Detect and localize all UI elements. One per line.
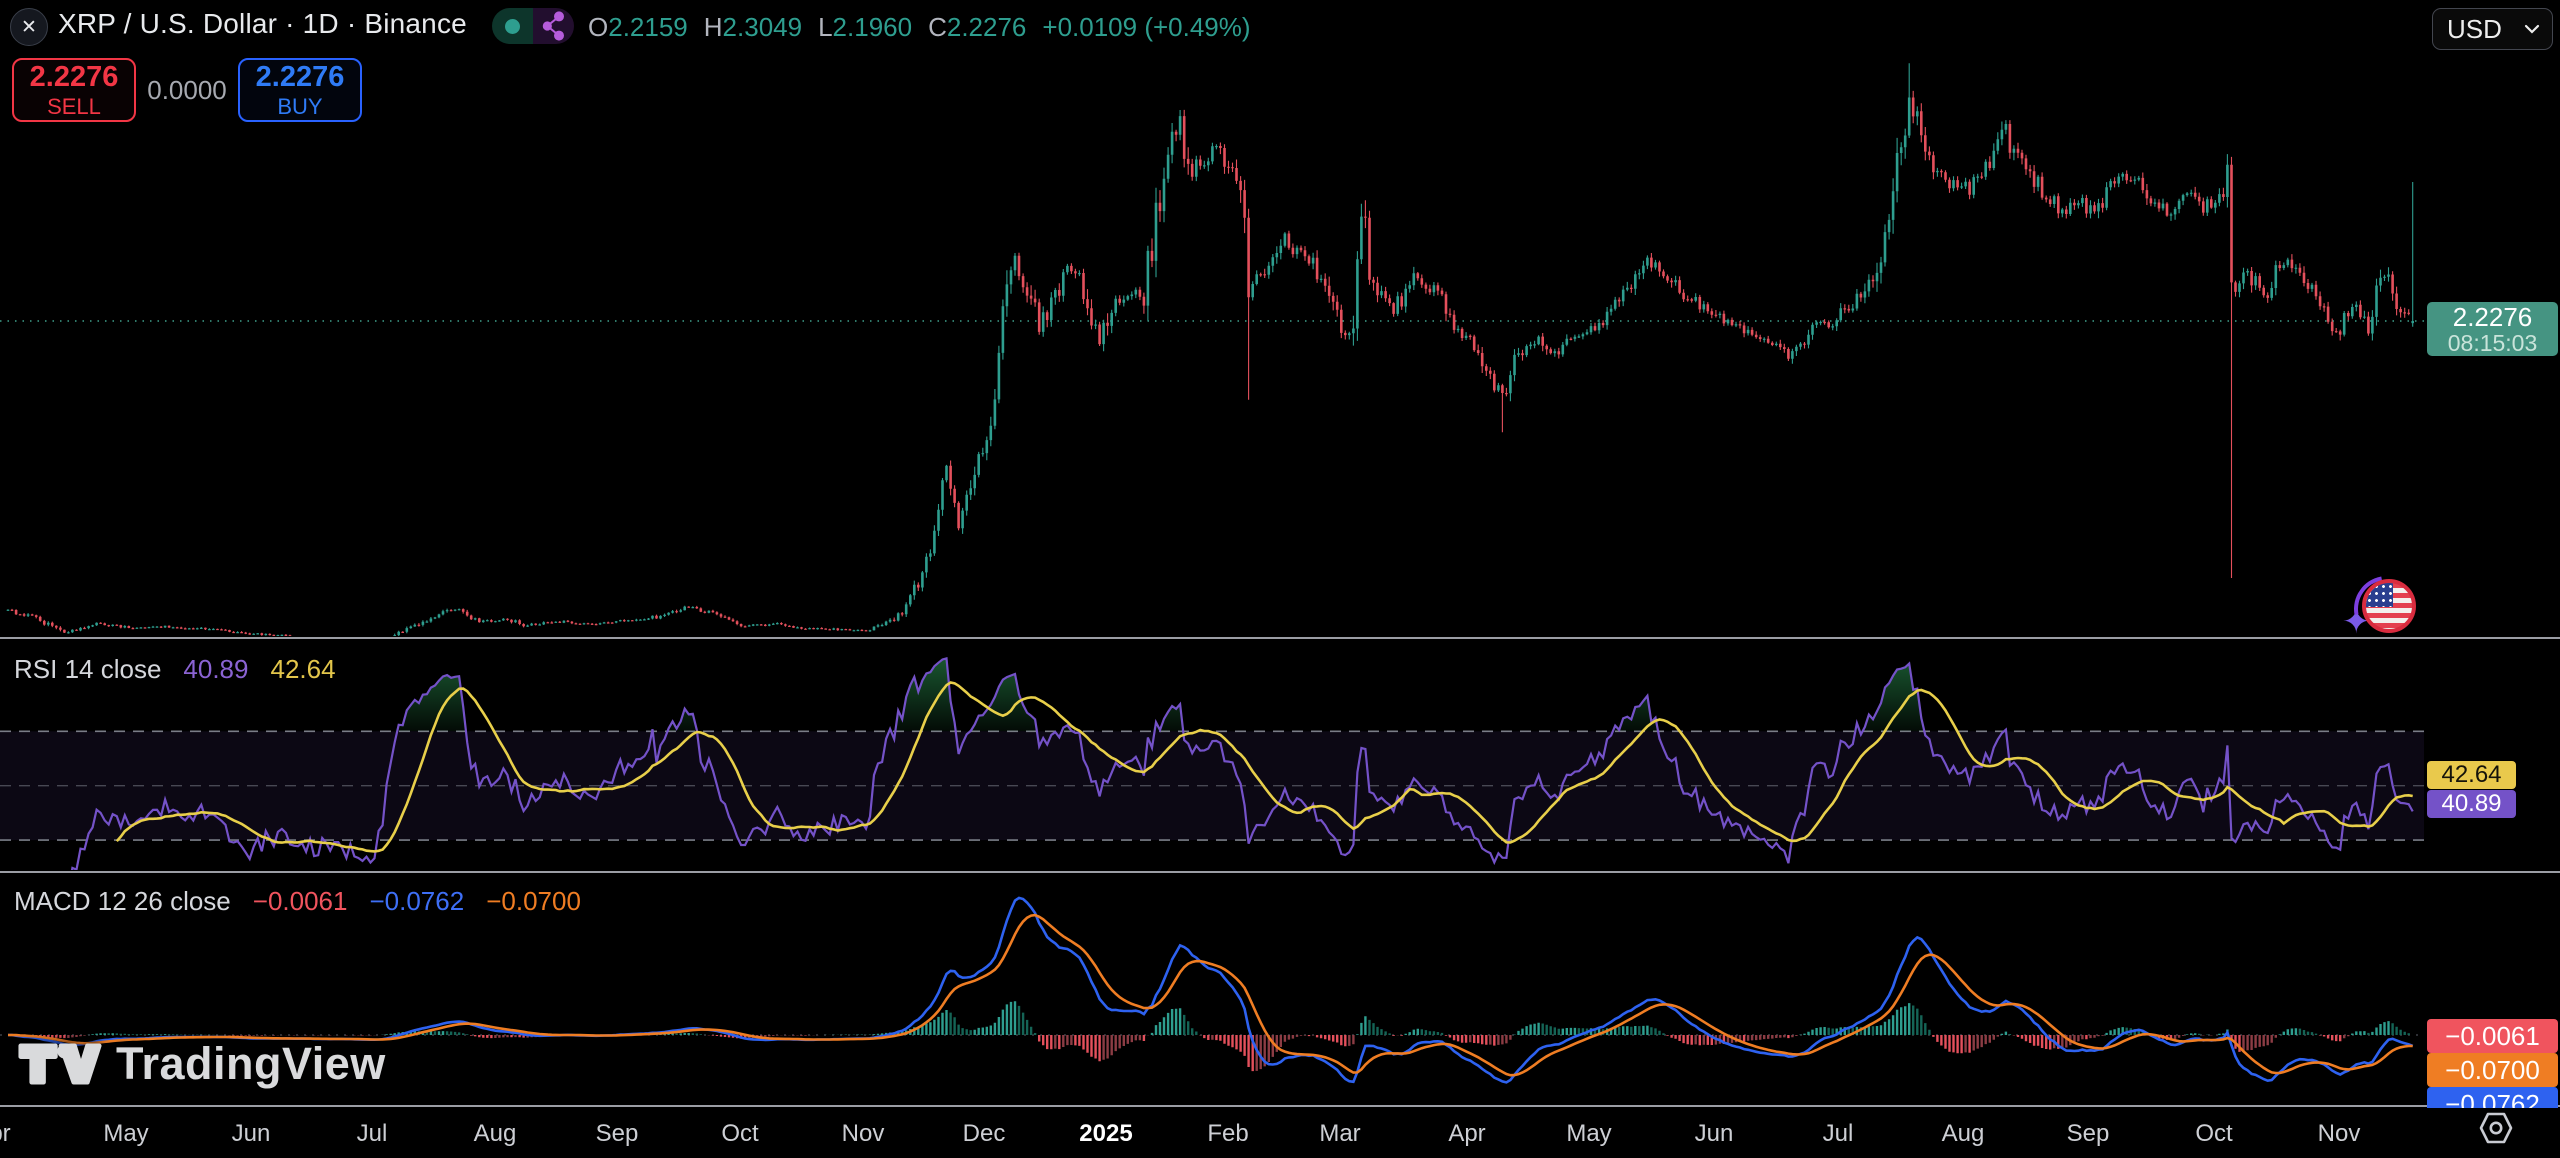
- high-label: H: [704, 12, 723, 42]
- time-axis-label: Apr: [0, 1120, 11, 1148]
- share-button[interactable]: [533, 8, 574, 44]
- currency-selected: USD: [2447, 14, 2502, 45]
- rsi-pane[interactable]: [0, 658, 2424, 890]
- time-axis-label: Oct: [721, 1120, 758, 1148]
- chart-panes[interactable]: 2.2276 08:15:03 42.64 40.89 −0.0061 −0.0…: [0, 0, 2560, 1108]
- sell-button[interactable]: 2.2276 SELL: [12, 58, 136, 122]
- time-axis-label: Jul: [357, 1120, 388, 1148]
- rsi-value-badge: 40.89: [2427, 790, 2516, 818]
- time-axis-label: 2025: [1079, 1120, 1132, 1148]
- gear-icon: [2478, 1110, 2514, 1146]
- economic-event-marker[interactable]: ✦: [2346, 576, 2426, 640]
- close-value: 2.2276: [947, 12, 1027, 42]
- time-axis-label: Nov: [842, 1120, 885, 1148]
- time-axis-label: Oct: [2195, 1120, 2232, 1148]
- high-value: 2.3049: [723, 12, 803, 42]
- macd-title: MACD 12 26 close: [14, 886, 231, 917]
- buy-button[interactable]: 2.2276 BUY: [238, 58, 362, 122]
- macd-line-value: −0.0762: [369, 886, 464, 917]
- macd-hist-badge: −0.0061: [2427, 1019, 2558, 1053]
- time-axis-label: Dec: [963, 1120, 1006, 1148]
- low-label: L: [818, 12, 832, 42]
- ohlc-readout: O2.2159 H2.3049 L2.1960 C2.2276 +0.0109 …: [588, 12, 1251, 43]
- rsi-ma-badge: 42.64: [2427, 761, 2516, 789]
- tradingview-logo[interactable]: TradingView: [18, 1038, 386, 1090]
- time-axis-label: Jun: [1695, 1120, 1734, 1148]
- change-value: +0.0109 (+0.49%): [1042, 12, 1250, 43]
- main-price-pane[interactable]: [0, 63, 2424, 646]
- chevron-down-icon: [2524, 24, 2540, 34]
- time-axis-label: Feb: [1207, 1120, 1248, 1148]
- tradingview-chart-screen: 2.2276 08:15:03 42.64 40.89 −0.0061 −0.0…: [0, 0, 2560, 1158]
- us-flag-icon: [2362, 579, 2416, 633]
- macd-signal-badge: −0.0700: [2427, 1053, 2558, 1087]
- time-axis-label: May: [1566, 1120, 1611, 1148]
- sell-label: SELL: [47, 95, 101, 118]
- open-label: O: [588, 12, 608, 42]
- time-axis-label: Aug: [1942, 1120, 1985, 1148]
- time-axis-label: Jun: [232, 1120, 271, 1148]
- bar-countdown: 08:15:03: [2448, 331, 2538, 356]
- currency-selector[interactable]: USD: [2432, 8, 2553, 50]
- tradingview-logo-text: TradingView: [116, 1038, 386, 1090]
- spread-value: 0.0000: [137, 58, 237, 122]
- symbol-title[interactable]: XRP / U.S. Dollar · 1D · Binance: [58, 8, 467, 40]
- close-label: C: [928, 12, 947, 42]
- buy-label: BUY: [277, 95, 322, 118]
- open-value: 2.2159: [608, 12, 688, 42]
- last-price-badge: 2.2276 08:15:03: [2427, 302, 2558, 356]
- symbol-status-pill: [492, 8, 574, 44]
- time-axis-label: Sep: [2067, 1120, 2110, 1148]
- chart-canvas[interactable]: [0, 0, 2560, 1108]
- settings-button[interactable]: [2476, 1108, 2516, 1148]
- macd-signal-value: −0.0700: [486, 886, 581, 917]
- time-axis-label: Aug: [474, 1120, 517, 1148]
- market-open-dot-icon: [505, 19, 520, 34]
- time-axis-label: May: [103, 1120, 148, 1148]
- last-price-value: 2.2276: [2453, 303, 2533, 331]
- time-axis-label: Jul: [1823, 1120, 1854, 1148]
- macd-line-badge: −0.0762: [2427, 1087, 2558, 1108]
- time-axis-label: Sep: [596, 1120, 639, 1148]
- share-icon: [541, 11, 567, 41]
- rsi-ma-value: 42.64: [270, 654, 335, 685]
- rsi-value: 40.89: [183, 654, 248, 685]
- close-button[interactable]: ✕: [10, 8, 48, 46]
- macd-hist-value: −0.0061: [253, 886, 348, 917]
- close-icon: ✕: [21, 16, 37, 39]
- tradingview-mark-icon: [18, 1042, 102, 1086]
- time-axis-label: Apr: [1448, 1120, 1485, 1148]
- time-axis-label: Nov: [2318, 1120, 2361, 1148]
- time-axis[interactable]: Apr May Jun Jul Aug Sep Oct Nov Dec 2025 Feb Mar Apr…: [0, 1108, 2560, 1158]
- market-status-button[interactable]: [492, 8, 533, 44]
- macd-pane-legend[interactable]: MACD 12 26 close −0.0061 −0.0762 −0.0700: [14, 886, 581, 917]
- low-value: 2.1960: [833, 12, 913, 42]
- sell-price: 2.2276: [30, 62, 119, 92]
- buy-price: 2.2276: [256, 62, 345, 92]
- rsi-title: RSI 14 close: [14, 654, 161, 685]
- rsi-pane-legend[interactable]: RSI 14 close 40.89 42.64: [14, 654, 336, 685]
- time-axis-label: Mar: [1319, 1120, 1360, 1148]
